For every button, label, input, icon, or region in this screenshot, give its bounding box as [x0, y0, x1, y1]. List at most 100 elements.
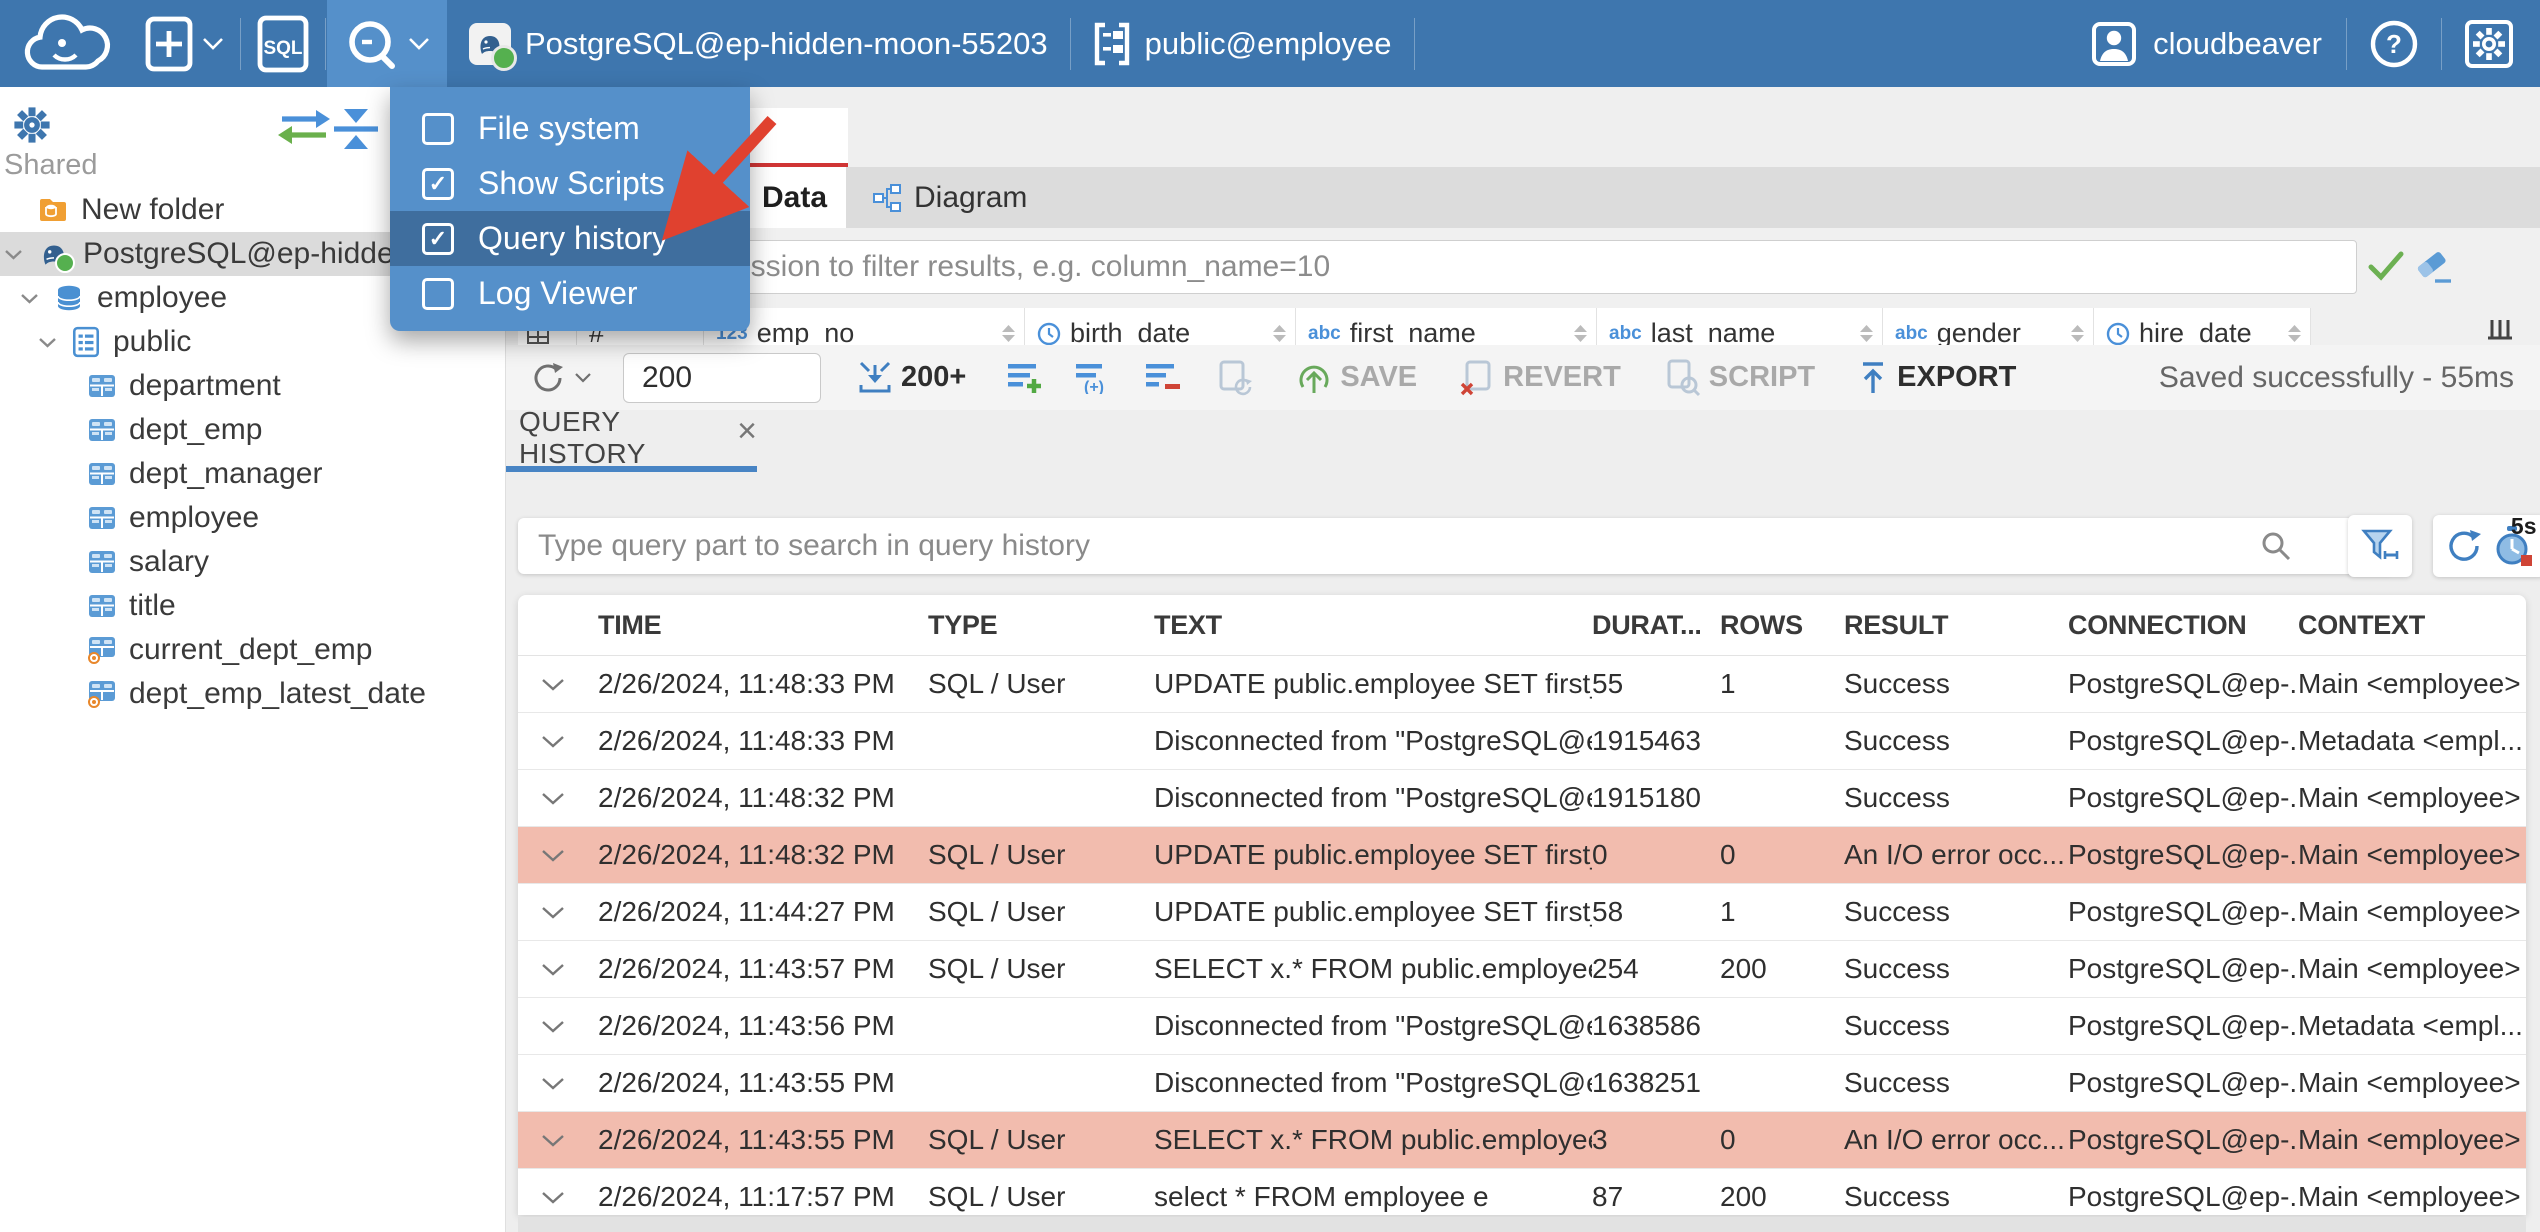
query-history-search-input[interactable] [518, 518, 2393, 574]
row-expand-button[interactable] [518, 963, 598, 976]
sync-connection-button[interactable] [276, 107, 332, 147]
row-expand-button[interactable] [518, 906, 598, 919]
query-history-row-error[interactable]: 2/26/2024, 11:43:55 PM SQL / User SELECT… [518, 1112, 2526, 1169]
row-expand-button[interactable] [518, 849, 598, 862]
query-history-row[interactable]: 2/26/2024, 11:48:33 PM Disconnected from… [518, 713, 2526, 770]
checkbox-unchecked[interactable] [422, 112, 454, 145]
query-history-row[interactable]: 2/26/2024, 11:43:56 PM Disconnected from… [518, 998, 2526, 1055]
cloudbeaver-logo[interactable] [22, 11, 118, 77]
col-type[interactable]: TYPE [928, 610, 1154, 641]
cell-text: UPDATE public.employee SET first_... [1154, 896, 1592, 927]
apply-filter-button[interactable] [2367, 250, 2405, 282]
checkbox-checked[interactable]: ✓ [422, 167, 454, 200]
row-expand-button[interactable] [518, 735, 598, 748]
row-expand-button[interactable] [518, 1020, 598, 1033]
query-history-row[interactable]: 2/26/2024, 11:43:57 PM SQL / User SELECT… [518, 941, 2526, 998]
navigator-settings-button[interactable] [10, 103, 54, 147]
tab-data[interactable]: Data [743, 167, 846, 228]
sort-icon[interactable] [2070, 318, 2085, 343]
col-result[interactable]: RESULT [1844, 610, 2068, 641]
tree-item-view[interactable]: current_dept_emp [0, 628, 505, 672]
tree-item-table[interactable]: department [0, 364, 505, 408]
sort-icon[interactable] [1272, 318, 1287, 343]
tree-item-table[interactable]: employee [0, 496, 505, 540]
sql-editor-button[interactable]: SQL [256, 14, 310, 74]
table-icon [88, 594, 116, 618]
user-menu[interactable]: cloudbeaver [2067, 21, 2346, 67]
tree-item-table[interactable]: dept_emp [0, 408, 505, 452]
tree-item-table[interactable]: title [0, 584, 505, 628]
refresh-button[interactable] [529, 359, 591, 397]
auto-refresh-button[interactable] [1216, 360, 1254, 396]
query-history-row[interactable]: 2/26/2024, 11:48:32 PM Disconnected from… [518, 770, 2526, 827]
active-editor-tab[interactable] [745, 108, 848, 168]
close-icon[interactable]: × [737, 414, 757, 448]
menu-item-file-system[interactable]: File system [390, 101, 750, 156]
row-expand-button[interactable] [518, 678, 598, 691]
history-filter-button[interactable] [2348, 515, 2412, 577]
menu-item-show-scripts[interactable]: ✓ Show Scripts [390, 156, 750, 211]
history-refresh-button[interactable] [2444, 526, 2484, 566]
row-expand-button[interactable] [518, 1191, 598, 1204]
auto-refresh-timer-button[interactable]: 5s [2493, 513, 2537, 567]
col-time[interactable]: TIME [598, 610, 928, 641]
chevron-down-icon[interactable] [4, 249, 38, 260]
grid-column-header-birth-date[interactable]: birth_date [1025, 308, 1296, 345]
query-history-row-error[interactable]: 2/26/2024, 11:48:32 PM SQL / User UPDATE… [518, 827, 2526, 884]
clear-filter-button[interactable] [2413, 248, 2453, 286]
grid-column-header-emp-no[interactable]: 123 emp_no [704, 308, 1025, 345]
settings-button[interactable] [2442, 19, 2540, 69]
tools-menu-button[interactable] [327, 0, 447, 87]
grid-column-header-last-name[interactable]: abc last_name [1597, 308, 1883, 345]
sort-icon[interactable] [1859, 318, 1874, 343]
tree-item-view[interactable]: dept_emp_latest_date [0, 672, 505, 716]
duplicate-row-button[interactable]: (+) [1074, 362, 1114, 394]
col-text[interactable]: TEXT [1154, 610, 1592, 641]
query-history-row[interactable]: 2/26/2024, 11:48:33 PM SQL / User UPDATE… [518, 656, 2526, 713]
schema-selector[interactable]: public@employee [1071, 21, 1414, 67]
tree-item-table[interactable]: dept_manager [0, 452, 505, 496]
collapse-all-button[interactable] [330, 107, 382, 151]
col-rows[interactable]: ROWS [1720, 610, 1844, 641]
query-history-row[interactable]: 2/26/2024, 11:43:55 PM Disconnected from… [518, 1055, 2526, 1112]
col-context[interactable]: CONTEXT [2298, 610, 2526, 641]
delete-row-button[interactable] [1144, 362, 1182, 394]
chevron-down-icon[interactable] [38, 337, 72, 348]
query-history-tab[interactable]: QUERY HISTORY × [505, 406, 757, 472]
menu-item-query-history[interactable]: ✓ Query history [390, 211, 750, 266]
active-connection[interactable]: PostgreSQL@ep-hidden-moon-55203 [447, 22, 1070, 71]
save-button[interactable]: SAVE [1296, 360, 1417, 396]
row-expand-button[interactable] [518, 1134, 598, 1147]
col-duration[interactable]: DURAT... [1592, 610, 1720, 641]
menu-item-log-viewer[interactable]: Log Viewer [390, 266, 750, 321]
export-button[interactable]: EXPORT [1857, 360, 2016, 396]
row-limit-input[interactable] [623, 352, 821, 403]
cell-duration: 55 [1592, 668, 1624, 699]
chevron-down-icon[interactable] [20, 293, 54, 304]
grid-column-header-gender[interactable]: abc gender [1883, 308, 2094, 345]
grid-column-header-hire-date[interactable]: hire_date [2094, 308, 2311, 345]
tab-diagram[interactable]: Diagram [846, 167, 1053, 228]
script-button[interactable]: SCRIPT [1663, 359, 1815, 397]
row-expand-button[interactable] [518, 1077, 598, 1090]
help-button[interactable]: ? [2347, 19, 2441, 69]
sort-icon[interactable] [1573, 318, 1588, 343]
col-connection[interactable]: CONNECTION [2068, 610, 2298, 641]
new-object-button[interactable] [144, 13, 224, 75]
cell-time: 2/26/2024, 11:43:55 PM [598, 1067, 895, 1098]
revert-button[interactable]: REVERT [1459, 360, 1621, 396]
sort-icon[interactable] [2287, 318, 2302, 343]
grid-column-header-first-name[interactable]: abc first_name [1296, 308, 1597, 345]
row-expand-button[interactable] [518, 792, 598, 805]
fetch-more-button[interactable]: 200+ [857, 361, 966, 395]
horizontal-scrollbar[interactable] [518, 1217, 2526, 1232]
checkbox-checked[interactable]: ✓ [422, 222, 454, 255]
filter-expression-input[interactable] [518, 240, 2357, 294]
sort-icon[interactable] [1001, 318, 1016, 343]
query-history-row[interactable]: 2/26/2024, 11:17:57 PM SQL / User select… [518, 1169, 2526, 1215]
add-row-button[interactable] [1006, 362, 1044, 394]
checkbox-unchecked[interactable] [422, 277, 454, 310]
query-history-row[interactable]: 2/26/2024, 11:44:27 PM SQL / User UPDATE… [518, 884, 2526, 941]
columns-panel-button[interactable] [2486, 314, 2514, 341]
tree-item-table[interactable]: salary [0, 540, 505, 584]
